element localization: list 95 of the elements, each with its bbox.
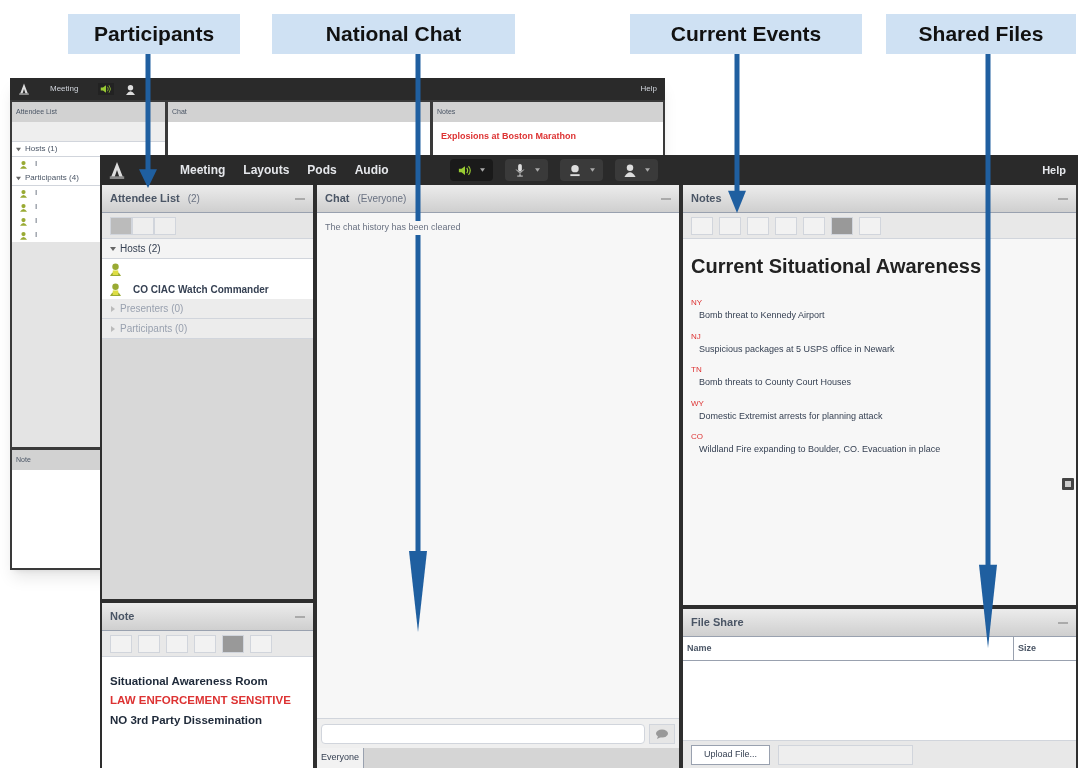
callout-label: National Chat (272, 14, 515, 54)
user-icon (20, 159, 27, 169)
menu-item[interactable]: Meeting (171, 161, 235, 179)
attendee-name[interactable]: I (35, 187, 38, 199)
notes-item: Suspicious packages at 5 USPS office in Newark (698, 342, 896, 356)
note-line: Situational Awareness Room (110, 674, 269, 689)
notes-item: Domestic Extremist arrests for planning attack (698, 409, 884, 423)
menu-item[interactable]: Meeting (42, 83, 87, 95)
user-icon (20, 230, 27, 240)
format-button[interactable] (747, 216, 769, 235)
note-line: NO 3rd Party Dissemination (110, 712, 264, 728)
format-button[interactable] (831, 216, 853, 235)
format-button[interactable] (775, 216, 797, 235)
notes-headline: Explosions at Boston Marathon (440, 130, 577, 143)
pod-title: Note (110, 609, 135, 625)
toolbar-button[interactable] (614, 159, 658, 181)
disclosure-icon (110, 325, 116, 332)
help-menu[interactable]: Help (1042, 161, 1066, 179)
sort-button[interactable] (154, 216, 176, 235)
host-icon (110, 282, 121, 296)
format-button[interactable] (222, 634, 244, 653)
disclosure-icon (110, 245, 116, 252)
speech-bubble-icon (655, 728, 669, 739)
menu-item[interactable]: Layouts (234, 161, 299, 179)
upload-button[interactable]: Upload File... (691, 744, 771, 765)
pod-subtitle: (2) (187, 192, 200, 206)
caret-icon (589, 168, 595, 172)
pod-menu-icon[interactable] (295, 615, 305, 618)
chat-tab[interactable]: Everyone (317, 748, 365, 768)
pod-title: Chat (325, 191, 350, 207)
menu-item[interactable]: Audio (345, 161, 398, 179)
attendee-name[interactable]: I (35, 215, 38, 227)
user-icon (20, 216, 27, 226)
send-button[interactable] (649, 723, 675, 744)
person-icon[interactable] (126, 83, 136, 95)
note-line: LAW ENFORCEMENT SENSITIVE (110, 693, 292, 709)
toolbar-button[interactable] (449, 159, 493, 181)
notes-item: Bomb threat to Kennedy Airport (698, 309, 826, 322)
speaker-icon[interactable] (98, 83, 115, 95)
callout-label: Participants (68, 14, 240, 54)
user-icon (20, 202, 27, 212)
format-button[interactable] (194, 634, 216, 653)
format-button[interactable] (691, 216, 713, 235)
state-code: CO (690, 431, 704, 443)
state-code: WY (690, 397, 705, 410)
sort-button[interactable] (132, 216, 154, 235)
pod-title: File Share (691, 615, 744, 631)
pod-menu-icon[interactable] (661, 197, 671, 200)
chat-input[interactable] (321, 723, 645, 744)
pod-menu-icon[interactable] (295, 197, 305, 200)
attendee-name[interactable]: I (35, 229, 38, 241)
person-icon (622, 163, 637, 177)
host-icon (110, 262, 121, 276)
speaker-icon (457, 163, 472, 177)
user-icon (20, 188, 27, 198)
toolbar-button[interactable] (504, 159, 548, 181)
attendee-name[interactable]: I (35, 158, 38, 170)
pod-title: Attendee List (110, 191, 180, 207)
format-button[interactable] (166, 634, 188, 653)
state-code: NJ (690, 330, 702, 343)
format-button[interactable] (110, 634, 132, 653)
format-button[interactable] (138, 634, 160, 653)
group-header[interactable]: Hosts (2) (102, 239, 313, 259)
format-button[interactable] (859, 216, 881, 235)
caret-icon (644, 168, 650, 172)
disclosure-icon (16, 175, 21, 181)
state-code: TN (690, 364, 703, 376)
help-menu[interactable]: Help (640, 83, 657, 95)
disclosure-icon (110, 305, 116, 312)
attendee-name[interactable]: I (35, 201, 38, 213)
toolbar-button[interactable] (559, 159, 603, 181)
disclosure-icon (16, 146, 21, 152)
menu-item[interactable]: Pods (298, 161, 346, 179)
pod-subtitle: (Everyone) (357, 192, 407, 206)
caret-icon (479, 168, 485, 172)
logo-icon (108, 160, 126, 180)
format-button[interactable] (719, 216, 741, 235)
webcam-icon (567, 163, 582, 177)
list-view-button[interactable] (110, 216, 132, 235)
callout-label: Shared Files (886, 14, 1076, 54)
logo-icon (18, 82, 30, 96)
pod-menu-icon[interactable] (1058, 621, 1068, 624)
format-button[interactable] (250, 634, 272, 653)
column-header[interactable]: Size (1014, 637, 1076, 660)
format-button[interactable] (803, 216, 825, 235)
notes-item: Wildland Fire expanding to Boulder, CO. Evacuation in place (698, 443, 942, 456)
pod-menu-icon[interactable] (1058, 197, 1068, 200)
caret-icon (534, 168, 540, 172)
notes-headline: Current Situational Awareness (690, 254, 983, 279)
notes-item: Bomb threats to County Court Houses (698, 376, 853, 389)
pod-options-icon[interactable] (1062, 478, 1074, 490)
callout-label: Current Events (630, 14, 862, 54)
state-code: NY (690, 297, 704, 309)
pod-title: Notes (691, 191, 722, 207)
chat-message: The chat history has been cleared (325, 221, 461, 235)
